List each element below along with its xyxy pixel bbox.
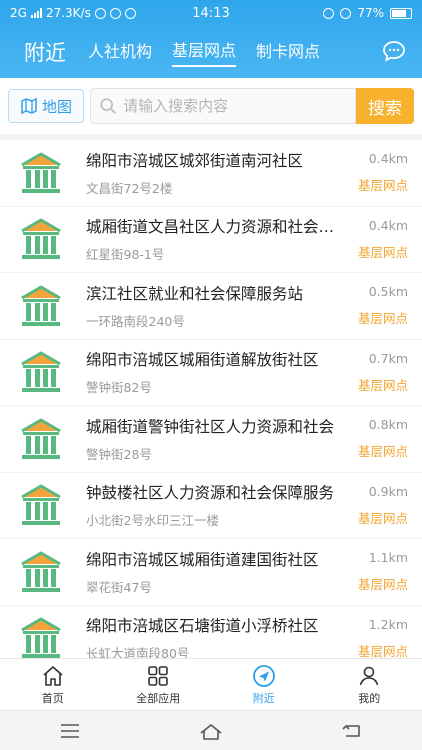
search-input[interactable] (123, 97, 355, 115)
back-icon[interactable] (340, 721, 364, 741)
network-speed: 27.3K/s (45, 6, 91, 20)
system-navigation-bar (0, 710, 422, 750)
outlet-name: 滨江社区就业和社会保障服务站 (86, 284, 304, 303)
message-icon[interactable] (382, 40, 406, 62)
search-icon (100, 98, 116, 114)
outlet-name: 绵阳市涪城区城郊街道南河社区 (86, 151, 304, 170)
government-building-icon (21, 152, 61, 193)
government-building-icon (21, 551, 61, 592)
tab-nearby-label: 附近 (252, 691, 275, 705)
list-item[interactable]: 绵阳市涪城区石塘街道小浮桥社区 长虹大道南段80号 1.2km 基层网点 (0, 605, 422, 658)
search-bar: 地图 搜索 (0, 78, 422, 134)
list-item[interactable]: 绵阳市涪城区城厢街道建国街社区 翠花街47号 1.1km 基层网点 (0, 539, 422, 606)
search-button[interactable]: 搜索 (356, 88, 414, 124)
map-label: 地图 (41, 97, 72, 116)
outlet-name: 绵阳市涪城区石塘街道小浮桥社区 (86, 617, 319, 636)
list-item[interactable]: 城厢街道文昌社区人力资源和社会保障 红星街98-1号 0.4km 基层网点 (0, 206, 422, 273)
outlet-type-tag: 基层网点 (357, 577, 408, 593)
notification-icon (124, 7, 136, 19)
list-item[interactable]: 钟鼓楼社区人力资源和社会保障服务 小北街2号水印三江一楼 0.9km 基层网点 (0, 472, 422, 539)
tab-grassroots-outlets[interactable]: 基层网点 (172, 37, 237, 67)
tab-mine-label: 我的 (358, 691, 381, 705)
outlet-address: 警钟街82号 (86, 380, 152, 396)
outlet-type-tag: 基层网点 (357, 244, 408, 260)
outlet-address: 红星街98-1号 (86, 247, 165, 263)
government-building-icon (21, 484, 61, 526)
navigation-icon (252, 664, 275, 687)
government-building-icon (21, 285, 61, 326)
tab-home-label: 首页 (41, 691, 64, 705)
outlet-type-tag: 基层网点 (357, 311, 408, 327)
signal-icon (30, 8, 42, 18)
wifi-icon (340, 7, 352, 19)
tab-home[interactable]: 首页 (0, 659, 106, 710)
outlet-name: 绵阳市涪城区城厢街道解放街社区 (86, 351, 319, 370)
government-building-icon (21, 218, 61, 260)
outlet-list: 绵阳市涪城区城郊街道南河社区 文昌街72号2楼 0.4km 基层网点 城厢街道文… (0, 140, 422, 658)
page-title: 附近 (24, 41, 66, 65)
status-bar: 2G 27.3K/s 14:13 77% (0, 0, 422, 26)
bottom-tab-bar: 首页 全部应用 附近 我的 (0, 658, 422, 710)
tab-nearby[interactable]: 附近 (211, 659, 317, 710)
battery-icon (390, 7, 412, 19)
outlet-name: 城厢街道警钟街社区人力资源和社会 (86, 417, 335, 436)
map-icon (21, 97, 37, 115)
outlet-type-tag: 基层网点 (357, 444, 408, 460)
list-item[interactable]: 滨江社区就业和社会保障服务站 一环路南段240号 0.5km 基层网点 (0, 273, 422, 340)
outlet-name: 钟鼓楼社区人力资源和社会保障服务 (86, 484, 335, 503)
list-item[interactable]: 绵阳市涪城区城郊街道南河社区 文昌街72号2楼 0.4km 基层网点 (0, 140, 422, 207)
network-type: 2G (10, 6, 27, 20)
outlet-name: 绵阳市涪城区城厢街道建国街社区 (86, 550, 319, 569)
top-bar: 2G 27.3K/s 14:13 77% 附近 人社机构 基层网点 制卡网点 (0, 0, 422, 78)
tab-mine[interactable]: 我的 (317, 659, 422, 710)
grid-icon (148, 665, 169, 686)
outlet-type-tag: 基层网点 (357, 377, 408, 393)
search-field[interactable] (90, 88, 356, 124)
outlet-distance: 0.4km (368, 151, 408, 167)
outlet-name: 城厢街道文昌社区人力资源和社会保障 (86, 218, 338, 237)
outlet-address: 一环路南段240号 (86, 313, 185, 329)
outlet-type-tag: 基层网点 (357, 643, 408, 658)
outlet-distance: 0.7km (368, 350, 408, 366)
tab-card-outlets[interactable]: 制卡网点 (256, 38, 320, 66)
outlet-distance: 0.5km (368, 284, 408, 300)
header-nav: 附近 人社机构 基层网点 制卡网点 (0, 26, 422, 78)
list-item[interactable]: 城厢街道警钟街社区人力资源和社会 警钟街28号 0.8km 基层网点 (0, 406, 422, 473)
outlet-distance: 0.9km (368, 483, 408, 499)
outlet-type-tag: 基层网点 (357, 178, 408, 194)
outlet-address: 长虹大道南段80号 (86, 646, 190, 658)
tab-all-apps-label: 全部应用 (136, 691, 181, 705)
usb-icon (94, 7, 106, 19)
home-nav-icon[interactable] (199, 721, 223, 741)
outlet-distance: 1.1km (368, 550, 408, 566)
outlet-address: 翠花街47号 (86, 579, 152, 595)
outlet-address: 文昌街72号2楼 (86, 180, 173, 196)
tab-all-apps[interactable]: 全部应用 (106, 659, 212, 710)
mute-icon (323, 7, 335, 19)
clock: 14:13 (192, 5, 230, 21)
outlet-distance: 0.4km (368, 217, 408, 233)
tab-hr-institutions[interactable]: 人社机构 (88, 38, 152, 66)
outlet-distance: 1.2km (368, 616, 408, 632)
outlet-address: 小北街2号水印三江一楼 (86, 513, 219, 529)
government-building-icon (21, 351, 61, 393)
government-building-icon (21, 418, 61, 459)
user-icon (359, 666, 379, 685)
battery-percent: 77% (357, 6, 384, 20)
menu-icon[interactable] (58, 721, 82, 741)
government-building-icon (21, 617, 61, 658)
home-icon (43, 665, 63, 686)
wechat-icon (109, 7, 121, 19)
map-button[interactable]: 地图 (8, 89, 84, 123)
list-item[interactable]: 绵阳市涪城区城厢街道解放街社区 警钟街82号 0.7km 基层网点 (0, 339, 422, 406)
outlet-distance: 0.8km (368, 417, 408, 433)
outlet-address: 警钟街28号 (86, 446, 152, 462)
outlet-type-tag: 基层网点 (357, 510, 408, 526)
